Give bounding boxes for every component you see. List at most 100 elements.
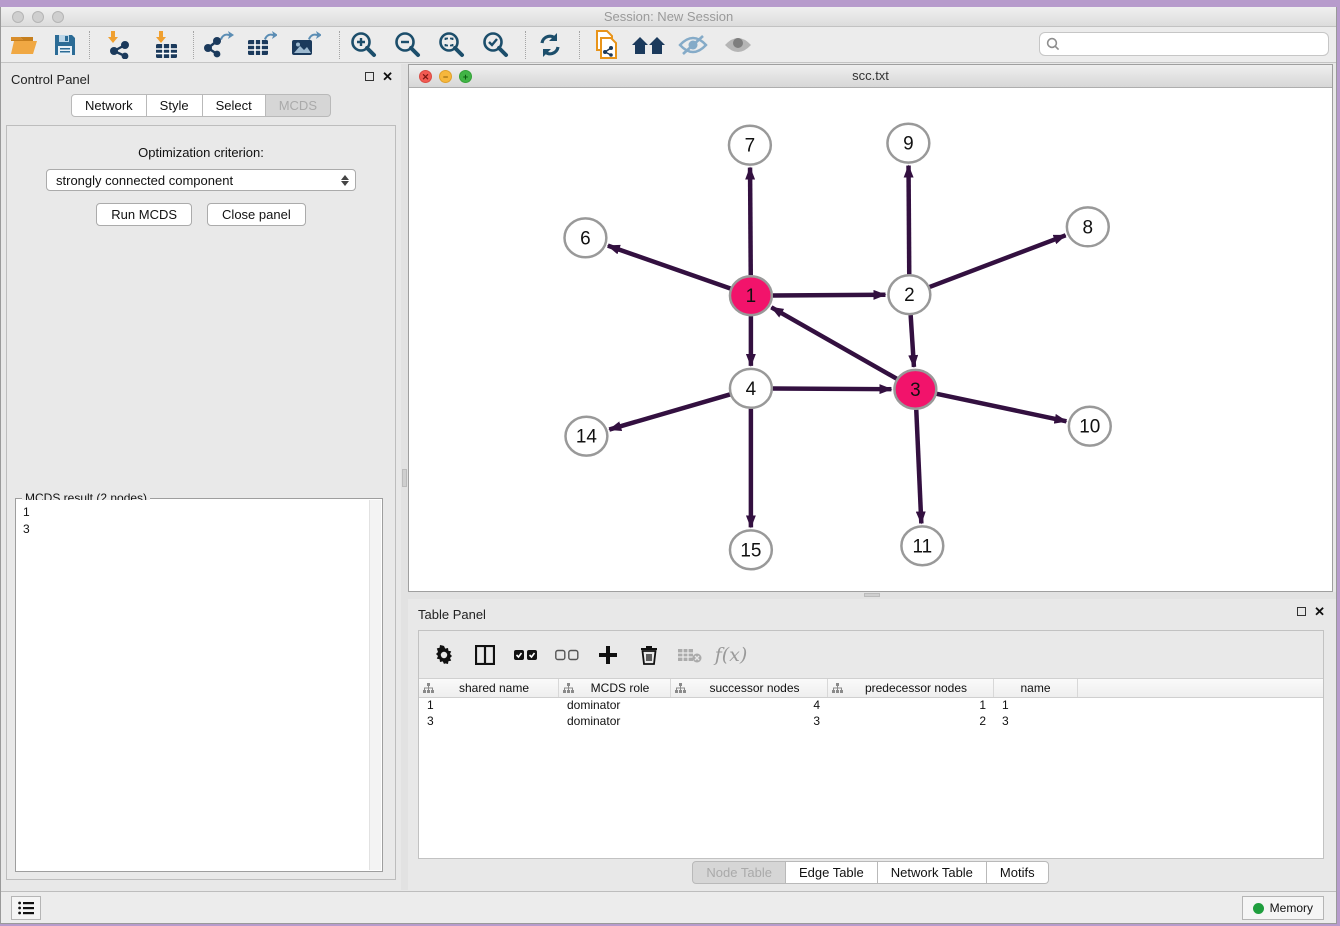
table-header-row: shared nameMCDS rolesuccessor nodesprede… [419,679,1323,698]
network-canvas[interactable]: 7 9 6 8 1 2 4 3 14 10 15 11 [409,88,1332,591]
optimization-criterion-label: Optimization criterion: [7,145,395,160]
table-cell[interactable]: 1 [994,698,1078,714]
node-2[interactable]: 2 [888,275,930,314]
optimization-criterion-select[interactable]: strongly connected component [46,169,356,191]
network-zoom-icon[interactable]: + [459,70,472,83]
table-cell[interactable]: 3 [419,714,559,730]
column-header-name[interactable]: name [994,679,1078,697]
result-scrollbar[interactable] [369,500,381,870]
edge-3-10[interactable] [937,394,1067,421]
tab-style[interactable]: Style [147,94,203,117]
svg-text:14: 14 [576,427,597,448]
node-14[interactable]: 14 [565,417,607,456]
node-9[interactable]: 9 [887,124,929,163]
column-header-successor-nodes[interactable]: successor nodes [671,679,828,697]
table-tab-network-table[interactable]: Network Table [878,861,987,884]
table-cell[interactable]: 1 [419,698,559,714]
table-cell[interactable]: 3 [671,714,828,730]
tab-network[interactable]: Network [71,94,147,117]
column-header-predecessor-nodes[interactable]: predecessor nodes [828,679,994,697]
table-tab-node-table[interactable]: Node Table [692,861,786,884]
edge-1-7[interactable] [750,168,751,276]
add-column-icon[interactable] [595,642,621,668]
close-window-icon[interactable] [12,11,24,23]
export-network-icon[interactable] [202,30,236,60]
table-row[interactable]: 3dominator323 [419,714,1323,730]
select-all-columns-icon[interactable] [513,642,539,668]
task-history-button[interactable] [11,896,41,920]
float-panel-icon[interactable] [365,72,374,81]
search-field[interactable] [1039,32,1329,56]
control-panel: Control Panel ✕ NetworkStyleSelectMCDS O… [1,64,401,890]
edge-1-2[interactable] [773,295,886,296]
edge-4-14[interactable] [609,394,730,429]
edge-2-3[interactable] [911,315,914,367]
edge-4-3[interactable] [773,388,892,389]
save-session-icon[interactable] [48,30,82,60]
mcds-result-text[interactable]: 13 [17,500,369,870]
export-image-icon[interactable] [289,30,323,60]
table-cell[interactable]: 3 [994,714,1078,730]
tab-mcds[interactable]: MCDS [266,94,331,117]
close-table-panel-icon[interactable]: ✕ [1314,606,1325,617]
table-tab-edge-table[interactable]: Edge Table [786,861,878,884]
run-mcds-button[interactable]: Run MCDS [96,203,192,226]
vertical-splitter[interactable] [401,64,408,890]
memory-button[interactable]: Memory [1242,896,1324,920]
show-column-panel-icon[interactable] [472,642,498,668]
unselect-all-columns-icon[interactable] [554,642,580,668]
table-tab-motifs[interactable]: Motifs [987,861,1049,884]
node-11[interactable]: 11 [901,526,943,565]
open-file-icon[interactable] [7,30,41,60]
edge-3-1[interactable] [771,307,896,378]
zoom-selected-icon[interactable] [478,30,512,60]
close-panel-icon[interactable]: ✕ [382,71,393,82]
table-cell[interactable]: dominator [559,698,671,714]
home-icon[interactable] [632,30,666,60]
node-7[interactable]: 7 [729,126,771,165]
network-graph: 7 9 6 8 1 2 4 3 14 10 15 11 [409,88,1332,591]
zoom-window-icon[interactable] [52,11,64,23]
float-table-panel-icon[interactable] [1297,607,1306,616]
refresh-icon[interactable] [533,30,567,60]
node-8[interactable]: 8 [1067,207,1109,246]
table-cell[interactable]: 4 [671,698,828,714]
edge-3-11[interactable] [916,410,921,524]
node-4[interactable]: 4 [730,369,772,408]
tab-select[interactable]: Select [203,94,266,117]
zoom-fit-icon[interactable] [434,30,468,60]
node-10[interactable]: 10 [1069,407,1111,446]
network-window-titlebar[interactable]: ✕ − + scc.txt [409,65,1332,88]
minimize-window-icon[interactable] [32,11,44,23]
node-3[interactable]: 3 [894,370,936,409]
network-minimize-icon[interactable]: − [439,70,452,83]
show-all-icon[interactable] [721,30,755,60]
export-table-icon[interactable] [245,30,279,60]
zoom-out-icon[interactable] [390,30,424,60]
table-cell[interactable]: dominator [559,714,671,730]
settings-gear-icon[interactable] [431,642,457,668]
hide-selected-icon[interactable] [676,30,710,60]
horizontal-splitter[interactable] [408,592,1336,599]
column-header-MCDS-role[interactable]: MCDS role [559,679,671,697]
column-type-icon [423,683,434,694]
network-from-clipboard-icon[interactable] [589,30,623,60]
svg-text:15: 15 [740,540,761,561]
table-cell[interactable]: 2 [828,714,994,730]
delete-column-icon[interactable] [636,642,662,668]
close-panel-button[interactable]: Close panel [207,203,306,226]
edge-2-8[interactable] [930,235,1066,287]
import-table-icon[interactable] [149,30,183,60]
import-network-icon[interactable] [103,30,137,60]
node-6[interactable]: 6 [564,218,606,257]
search-input[interactable] [1060,33,1328,55]
table-row[interactable]: 1dominator411 [419,698,1323,714]
node-1[interactable]: 1 [730,276,772,315]
node-15[interactable]: 15 [730,530,772,569]
table-cell[interactable]: 1 [828,698,994,714]
column-header-shared-name[interactable]: shared name [419,679,559,697]
zoom-in-icon[interactable] [346,30,380,60]
edge-1-6[interactable] [608,246,731,289]
edge-2-9[interactable] [909,166,910,275]
network-close-icon[interactable]: ✕ [419,70,432,83]
